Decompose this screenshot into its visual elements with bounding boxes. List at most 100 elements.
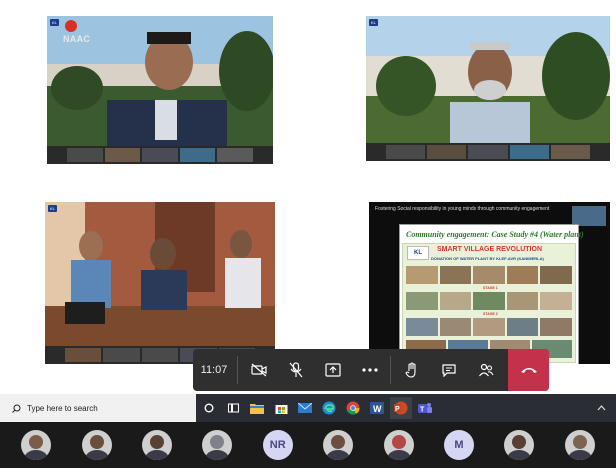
avatar-photo (323, 430, 354, 460)
participants-icon[interactable] (467, 349, 504, 391)
avatar-initials-text: M (454, 439, 464, 451)
photo-row-2 (406, 292, 572, 310)
poster-photo (506, 266, 539, 284)
screen-share-panel[interactable]: Fostering Social responsibility in young… (369, 202, 610, 364)
avatar-photo (141, 430, 172, 460)
avatar[interactable] (21, 430, 52, 460)
avatar[interactable] (564, 430, 595, 460)
chrome-icon[interactable] (342, 397, 364, 419)
video-panel-top-left[interactable]: NAAC KL (47, 16, 273, 164)
edge-browser-icon[interactable] (318, 397, 340, 419)
org-badge: KL (50, 19, 59, 26)
teams-icon[interactable]: T (414, 397, 436, 419)
naac-overlay-text: NAAC (63, 34, 91, 44)
poster-photo (473, 266, 505, 284)
participant-thumb (550, 145, 591, 159)
chat-icon[interactable] (430, 349, 467, 391)
video-panel-top-right[interactable]: KL (366, 16, 610, 161)
avatar-photo (202, 430, 233, 460)
poster-subtitle: DONATION OF WATER PLANT BY KLEF-AVR (KAN… (431, 256, 544, 261)
poster-photo (406, 318, 438, 336)
presenter-thumbnail (572, 206, 606, 226)
hang-up-button[interactable] (508, 349, 549, 391)
svg-text:P: P (395, 406, 400, 413)
video-panel-bottom-left[interactable]: KL (45, 202, 275, 364)
avatar-initials-text: NR (269, 439, 286, 451)
hang-up-icon (520, 368, 537, 373)
poster-photo (506, 318, 539, 336)
poster-photo (540, 292, 572, 310)
store-icon[interactable] (270, 397, 292, 419)
presentation-slide: Community engagement: Case Study #4 (Wat… (399, 224, 584, 364)
slide-poster: KL SMART VILLAGE REVOLUTION DONATION OF … (402, 243, 576, 363)
divider (237, 356, 238, 384)
avatar-photo (21, 430, 52, 460)
task-view-icon[interactable] (222, 397, 244, 419)
participant-thumb (103, 348, 140, 362)
search-placeholder: Type here to search (27, 403, 98, 413)
avatar[interactable] (504, 430, 535, 460)
video-feed (366, 16, 610, 143)
svg-text:W: W (373, 404, 382, 414)
avatar-photo (504, 430, 535, 460)
avatar-photo (383, 430, 414, 460)
poster-photo (473, 318, 505, 336)
participant-thumb (142, 148, 178, 162)
participant-thumb (509, 145, 549, 159)
windows-taskbar: Type here to search W P T (0, 394, 616, 422)
poster-photo (439, 318, 472, 336)
avatar-initials[interactable]: NR (262, 430, 293, 460)
participant-thumb (217, 148, 253, 162)
avatar[interactable] (202, 430, 233, 460)
participant-strip (47, 146, 273, 164)
taskbar-search[interactable]: Type here to search (0, 394, 196, 422)
avatar-initials[interactable]: M (443, 430, 474, 460)
participant-thumb (67, 148, 103, 162)
poster-logo: KL (407, 246, 429, 260)
powerpoint-icon[interactable]: P (390, 397, 412, 419)
stage-1-label: STAGE 1 (483, 286, 498, 290)
avatar[interactable] (383, 430, 414, 460)
avatar[interactable] (323, 430, 354, 460)
participant-thumb (468, 145, 508, 159)
participant-strip (366, 143, 610, 161)
more-icon[interactable] (351, 349, 388, 391)
video-feed (45, 202, 275, 346)
cortana-icon[interactable] (198, 397, 220, 419)
poster-photo (439, 266, 472, 284)
poster-photo (406, 266, 438, 284)
camera-off-icon[interactable] (240, 349, 277, 391)
meeting-controls-bar: 11:07 (193, 349, 549, 391)
stage-2-label: STAGE 2 (483, 312, 498, 316)
meeting-timer: 11:07 (200, 364, 228, 376)
divider (390, 356, 391, 384)
file-explorer-icon[interactable] (246, 397, 268, 419)
svg-text:T: T (420, 407, 425, 414)
participant-thumb (179, 148, 216, 162)
participant-thumb (141, 348, 179, 362)
poster-photo (540, 266, 572, 284)
mail-icon[interactable] (294, 397, 316, 419)
word-icon[interactable]: W (366, 397, 388, 419)
avatar[interactable] (81, 430, 112, 460)
poster-photo (540, 318, 572, 336)
chevron-up-icon[interactable] (597, 404, 616, 413)
share-screen-icon[interactable] (314, 349, 351, 391)
attendee-row: NR M (0, 422, 616, 468)
org-badge: KL (369, 19, 378, 26)
avatar[interactable] (141, 430, 172, 460)
mic-off-icon[interactable] (277, 349, 314, 391)
org-badge: KL (48, 205, 57, 212)
photo-row-1 (406, 266, 572, 284)
poster-photo (439, 292, 472, 310)
raise-hand-icon[interactable] (393, 349, 430, 391)
poster-photo (473, 292, 505, 310)
participant-thumb (104, 148, 141, 162)
participant-thumb (65, 348, 102, 362)
poster-photo (506, 292, 539, 310)
avatar-photo (81, 430, 112, 460)
naac-logo-icon (65, 20, 77, 32)
participant-thumb (427, 145, 467, 159)
participant-thumb (386, 145, 426, 159)
presentation-caption: Fostering Social responsibility in young… (375, 206, 550, 212)
